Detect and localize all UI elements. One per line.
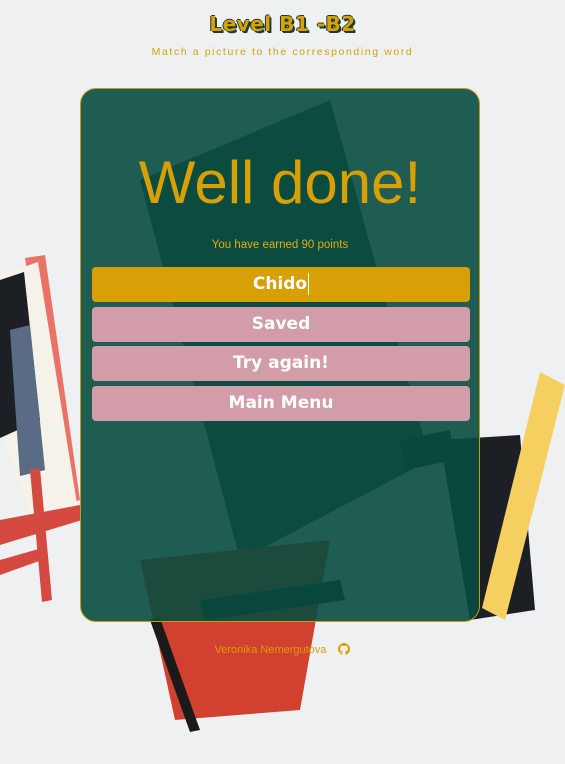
main-menu-button[interactable]: Main Menu [92, 386, 470, 421]
saved-button[interactable]: Saved [92, 307, 470, 342]
level-title: Level B1 -B2 [209, 12, 356, 36]
author-link[interactable]: Veronika Nemergutova [215, 644, 327, 656]
github-icon[interactable] [338, 643, 351, 655]
instructions-subtitle: Match a picture to the corresponding wor… [151, 46, 414, 58]
name-input-button[interactable]: Chido [92, 267, 470, 302]
result-card: Well done! You have earned 90 points Chi… [80, 88, 480, 622]
points-message: You have earned 90 points [211, 239, 349, 251]
result-heading: Well done! [138, 149, 422, 216]
name-input-label: Chido [252, 274, 308, 294]
try-again-button[interactable]: Try again! [92, 346, 470, 381]
main-menu-button-label: Main Menu [228, 393, 334, 413]
text-caret [308, 273, 310, 295]
saved-button-label: Saved [251, 314, 311, 334]
page-header: Level B1 -B2 Match a picture to the corr… [0, 10, 565, 58]
footer: Veronika Nemergutova [0, 643, 565, 656]
try-again-button-label: Try again! [233, 353, 329, 373]
